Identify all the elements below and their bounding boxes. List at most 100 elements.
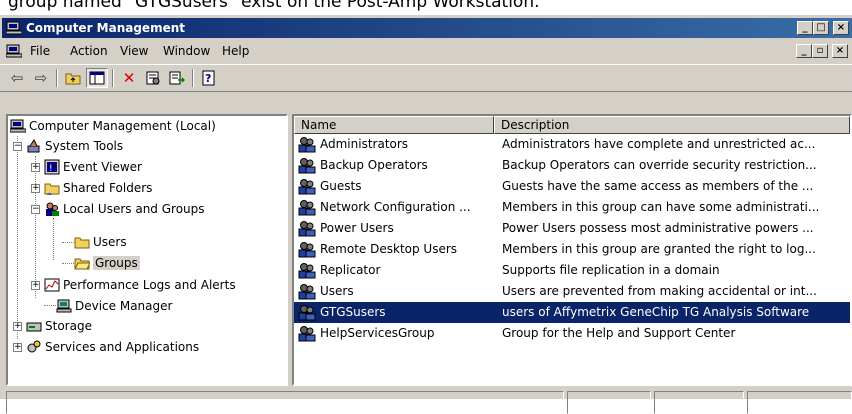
- collapse-toggle[interactable]: −: [31, 205, 40, 214]
- storage-icon: [26, 322, 42, 332]
- minimize-button[interactable]: _: [797, 21, 813, 35]
- tree-node-storage[interactable]: Storage: [26, 317, 92, 335]
- group-icon: [298, 305, 316, 321]
- group-description: Users are prevented from making accident…: [502, 284, 817, 298]
- tree-node-shared-folders[interactable]: Shared Folders: [44, 179, 152, 197]
- table-row[interactable]: Power Users Power Users possess most admi…: [294, 218, 850, 239]
- expand-toggle[interactable]: +: [13, 322, 22, 331]
- tree-label: Services and Applications: [45, 340, 200, 354]
- tree-connector: [44, 305, 56, 306]
- svg-text:!: !: [49, 164, 53, 174]
- tree-connector: [62, 242, 74, 243]
- table-row[interactable]: Guests Guests have the same access as mem…: [294, 176, 850, 197]
- forward-arrow-icon[interactable]: ⇨: [30, 68, 52, 88]
- table-row[interactable]: Administrators Administrators have comple…: [294, 134, 850, 155]
- group-icon: [298, 263, 316, 279]
- tree-node-performance-logs[interactable]: Performance Logs and Alerts: [44, 276, 236, 294]
- child-restore-button[interactable]: ▫: [812, 44, 828, 58]
- tree-label: Device Manager: [75, 299, 173, 313]
- menu-action[interactable]: Action: [70, 44, 108, 58]
- maximize-button[interactable]: □: [813, 21, 829, 35]
- tree-node-device-manager[interactable]: Device Manager: [56, 297, 172, 315]
- export-list-icon[interactable]: [166, 68, 188, 88]
- group-name: HelpServicesGroup: [320, 326, 435, 340]
- table-row[interactable]: Replicator Supports file replication in a…: [294, 260, 850, 281]
- shared-folder-icon: [44, 183, 60, 195]
- help-svg: ?: [202, 70, 215, 86]
- status-pane: [747, 391, 852, 414]
- tree-connector: [62, 263, 74, 264]
- services-icon: [27, 340, 41, 353]
- tree-node-groups[interactable]: Groups: [74, 254, 140, 272]
- console-tree[interactable]: Computer Management (Local) − System Too…: [6, 114, 288, 386]
- tree-label: Event Viewer: [63, 160, 142, 174]
- column-header-description[interactable]: Description: [494, 116, 850, 134]
- back-arrow-icon[interactable]: ⇦: [6, 68, 28, 88]
- child-minimize-button[interactable]: _: [796, 44, 812, 58]
- table-row[interactable]: Remote Desktop Users Members in this grou…: [294, 239, 850, 260]
- expand-toggle[interactable]: +: [31, 281, 40, 290]
- status-pane-main: [6, 391, 564, 414]
- menu-window[interactable]: Window: [163, 44, 210, 58]
- export-list-svg: [169, 71, 185, 85]
- tree-node-event-viewer[interactable]: ! Event Viewer: [44, 158, 142, 176]
- group-icon: [298, 221, 316, 237]
- tree-node-local-users-groups[interactable]: Local Users and Groups: [44, 200, 205, 218]
- open-folder-icon: [74, 258, 90, 270]
- table-row[interactable]: Network Configuration ... Members in this…: [294, 197, 850, 218]
- computer-management-window: Computer Management _ □ × File Action Vi…: [0, 15, 852, 414]
- close-button[interactable]: ×: [833, 21, 849, 35]
- group-icon: [298, 158, 316, 174]
- tree-node-root[interactable]: Computer Management (Local): [10, 117, 216, 135]
- group-description: Backup Operators can override security r…: [502, 158, 817, 172]
- group-description: Members in this group can have some admi…: [502, 200, 820, 214]
- performance-icon: [44, 278, 60, 292]
- tree-connector: [35, 156, 36, 298]
- folder-icon: [74, 237, 90, 249]
- group-description: Administrators have complete and unrestr…: [502, 137, 816, 151]
- up-folder-icon[interactable]: [62, 68, 84, 88]
- users-groups-icon: [46, 202, 59, 216]
- expand-toggle[interactable]: +: [13, 343, 22, 352]
- event-viewer-icon: !: [44, 159, 60, 175]
- table-row[interactable]: Backup Operators Backup Operators can ove…: [294, 155, 850, 176]
- menu-help[interactable]: Help: [222, 44, 249, 58]
- group-description: Guests have the same access as members o…: [502, 179, 814, 193]
- title-bar[interactable]: Computer Management _ □ ×: [2, 18, 852, 38]
- delete-glyph: ✕: [122, 69, 136, 87]
- table-row[interactable]: Users Users are prevented from making acc…: [294, 281, 850, 302]
- expand-toggle[interactable]: +: [31, 184, 40, 193]
- computer-icon: [10, 119, 26, 133]
- toolbar: ⇦ ⇨ ✕ ?: [0, 64, 852, 92]
- expand-toggle[interactable]: +: [31, 163, 40, 172]
- group-name: Network Configuration ...: [320, 200, 471, 214]
- group-name: Backup Operators: [320, 158, 428, 172]
- status-pane: [567, 391, 651, 414]
- menu-view[interactable]: View: [120, 44, 148, 58]
- tree-connector: [17, 136, 18, 339]
- tree-node-users[interactable]: Users: [74, 233, 127, 251]
- details-list[interactable]: Name Description Administrators Administr…: [292, 114, 852, 386]
- delete-icon[interactable]: ✕: [118, 68, 140, 88]
- status-bar: [0, 389, 852, 414]
- menu-file[interactable]: File: [30, 44, 50, 58]
- status-pane: [654, 391, 744, 414]
- menu-bar: File Action View Window Help _ ▫ ×: [0, 40, 852, 62]
- child-close-button[interactable]: ×: [832, 44, 848, 58]
- tree-label: Users: [93, 235, 127, 249]
- group-description: Supports file replication in a domain: [502, 263, 720, 277]
- tree-node-services-apps[interactable]: Services and Applications: [26, 338, 199, 356]
- computer-app-icon: [6, 21, 22, 35]
- group-description: Members in this group are granted the ri…: [502, 242, 816, 256]
- device-manager-icon: [56, 299, 72, 313]
- column-header-name[interactable]: Name: [294, 116, 494, 134]
- collapse-toggle[interactable]: −: [13, 142, 22, 151]
- table-row[interactable]: HelpServicesGroup Group for the Help and …: [294, 323, 850, 344]
- help-icon[interactable]: ?: [198, 68, 220, 88]
- table-row[interactable]: GTGSusers users of Affymetrix GeneChip TG…: [294, 302, 850, 323]
- computer-menu-icon[interactable]: [6, 43, 22, 59]
- tree-label: Shared Folders: [63, 181, 153, 195]
- show-tree-icon[interactable]: [86, 68, 108, 88]
- properties-icon[interactable]: [142, 68, 164, 88]
- tree-node-system-tools[interactable]: System Tools: [26, 137, 123, 155]
